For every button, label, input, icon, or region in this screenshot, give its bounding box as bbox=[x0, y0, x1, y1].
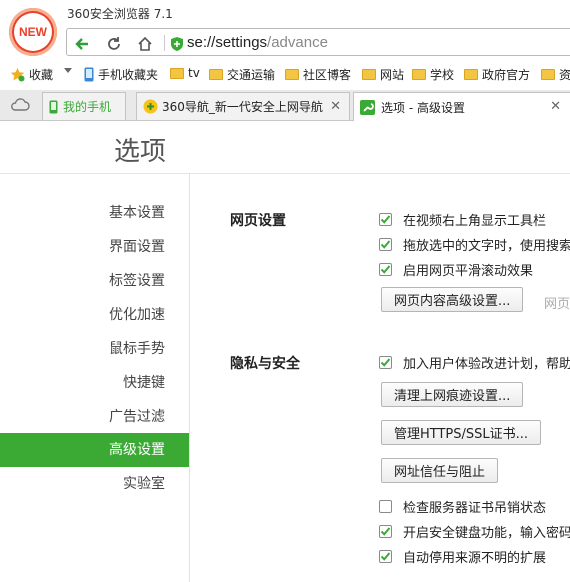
manage-certificates-button[interactable]: 管理HTTPS/SSL证书... bbox=[381, 420, 542, 445]
checkbox[interactable] bbox=[379, 550, 392, 563]
option-label: 自动停用来源不明的扩展 bbox=[403, 551, 547, 566]
bookmark-label: 政府官方 bbox=[482, 68, 531, 82]
bookmark-label: 网站 bbox=[380, 68, 405, 82]
tab-options-advanced[interactable]: 选项 - 高级设置 ✕ bbox=[353, 92, 570, 121]
sidebar-item-gestures[interactable]: 鼠标手势 bbox=[0, 332, 165, 366]
folder-icon bbox=[464, 69, 478, 80]
sidebar-item-tabs[interactable]: 标签设置 bbox=[0, 264, 165, 298]
checkbox[interactable] bbox=[379, 500, 392, 513]
phone-icon bbox=[84, 67, 94, 82]
clear-history-settings-button[interactable]: 清理上网痕迹设置... bbox=[381, 382, 524, 407]
option-label: 拖放选中的文字时，使用搜索 bbox=[403, 239, 570, 254]
phone-icon bbox=[49, 100, 58, 113]
bookmark-label: tv bbox=[188, 66, 200, 80]
folder-icon bbox=[209, 69, 223, 80]
bookmark-folder-transport[interactable]: 交通运输 bbox=[209, 66, 275, 83]
option-secure-keyboard[interactable]: 开启安全键盘功能，输入密码 bbox=[379, 522, 570, 541]
section-title-webpage: 网页设置 bbox=[230, 213, 286, 229]
checkbox[interactable] bbox=[379, 213, 392, 226]
star-icon bbox=[10, 68, 25, 82]
sidebar-item-shortcuts[interactable]: 快捷键 bbox=[0, 366, 165, 400]
bookmark-favorites[interactable]: 收藏 bbox=[10, 66, 53, 83]
url-trust-block-button[interactable]: 网址信任与阻止 bbox=[381, 458, 499, 483]
folder-icon bbox=[541, 69, 555, 80]
bookmarks-bar: 收藏 手机收藏夹 tv 交通运输 社区博客 网站 学校 政府官方 资 bbox=[0, 63, 570, 86]
bookmark-mobile[interactable]: 手机收藏夹 bbox=[84, 66, 158, 83]
checkbox[interactable] bbox=[379, 356, 392, 369]
option-video-toolbar[interactable]: 在视频右上角显示工具栏 bbox=[379, 210, 546, 229]
checkbox[interactable] bbox=[379, 525, 392, 538]
tab-label: 360导航_新一代安全上网导航 bbox=[162, 100, 323, 114]
360-nav-icon bbox=[143, 99, 158, 114]
settings-sidebar: 基本设置 界面设置 标签设置 优化加速 鼠标手势 快捷键 广告过滤 高级设置 实… bbox=[0, 174, 190, 582]
logo-text: NEW bbox=[19, 25, 47, 39]
navigation-bar: se://settings/advance bbox=[0, 25, 570, 61]
checkbox[interactable] bbox=[379, 238, 392, 251]
back-arrow-icon bbox=[75, 38, 88, 50]
wrench-icon bbox=[360, 99, 375, 115]
bookmark-folder-tv[interactable]: tv bbox=[170, 66, 200, 80]
close-icon[interactable]: ✕ bbox=[550, 99, 561, 114]
webpage-hint-text: 网页 bbox=[544, 297, 570, 312]
sidebar-item-advanced[interactable]: 高级设置 bbox=[0, 433, 189, 467]
option-disable-unknown-extensions[interactable]: 自动停用来源不明的扩展 bbox=[379, 547, 546, 566]
option-cert-revocation[interactable]: 检查服务器证书吊销状态 bbox=[379, 497, 546, 516]
folder-icon bbox=[362, 69, 376, 80]
bookmark-label: 学校 bbox=[430, 68, 455, 82]
option-ux-program[interactable]: 加入用户体验改进计划，帮助 bbox=[379, 353, 570, 372]
tab-label: 我的手机 bbox=[63, 100, 112, 114]
bookmark-label: 社区博客 bbox=[303, 68, 352, 82]
page-header: 选项 bbox=[0, 121, 570, 174]
tab-bar: 我的手机 360导航_新一代安全上网导航 ✕ 选项 - 高级设置 ✕ bbox=[0, 90, 570, 121]
tab-my-phone[interactable]: 我的手机 bbox=[42, 92, 126, 120]
option-drag-search[interactable]: 拖放选中的文字时，使用搜索 bbox=[379, 235, 570, 254]
sidebar-item-acceleration[interactable]: 优化加速 bbox=[0, 298, 165, 332]
caret-down-icon bbox=[64, 68, 72, 73]
url-host: se://settings bbox=[187, 34, 268, 51]
sidebar-item-adblock[interactable]: 广告过滤 bbox=[0, 400, 165, 434]
folder-icon bbox=[285, 69, 299, 80]
refresh-button[interactable] bbox=[103, 33, 125, 55]
page-title: 选项 bbox=[114, 137, 167, 167]
option-label: 启用网页平滑滚动效果 bbox=[403, 264, 534, 279]
tab-label: 选项 - 高级设置 bbox=[381, 100, 465, 115]
folder-icon bbox=[170, 67, 184, 79]
folder-icon bbox=[412, 69, 426, 80]
sidebar-item-lab[interactable]: 实验室 bbox=[0, 467, 165, 501]
favorites-dropdown[interactable] bbox=[64, 68, 72, 74]
option-label: 开启安全键盘功能，输入密码 bbox=[403, 526, 570, 541]
bookmark-folder-resources[interactable]: 资 bbox=[541, 66, 570, 83]
divider bbox=[164, 35, 165, 51]
cloud-icon[interactable] bbox=[10, 97, 30, 115]
bookmark-folder-blogs[interactable]: 社区博客 bbox=[285, 66, 351, 83]
option-label: 在视频右上角显示工具栏 bbox=[403, 214, 547, 229]
webpage-advanced-settings-button[interactable]: 网页内容高级设置... bbox=[381, 287, 524, 312]
bookmark-label: 交通运输 bbox=[227, 68, 276, 82]
checkbox[interactable] bbox=[379, 263, 392, 276]
back-button[interactable] bbox=[71, 33, 93, 55]
bookmark-label: 资 bbox=[559, 68, 570, 82]
option-label: 检查服务器证书吊销状态 bbox=[403, 501, 547, 516]
url-text[interactable]: se://settings/advance bbox=[187, 34, 328, 51]
bookmark-folder-websites[interactable]: 网站 bbox=[362, 66, 404, 83]
sidebar-item-basic[interactable]: 基本设置 bbox=[0, 196, 165, 230]
home-icon bbox=[138, 36, 152, 51]
app-title: 360安全浏览器 7.1 bbox=[67, 7, 173, 21]
security-shield-icon[interactable] bbox=[166, 33, 188, 55]
bookmark-label: 手机收藏夹 bbox=[98, 68, 159, 82]
refresh-icon bbox=[108, 37, 120, 50]
section-title-privacy: 隐私与安全 bbox=[230, 356, 300, 372]
bookmark-label: 收藏 bbox=[29, 68, 54, 82]
option-label: 加入用户体验改进计划，帮助 bbox=[403, 357, 570, 372]
bookmark-folder-government[interactable]: 政府官方 bbox=[464, 66, 530, 83]
bookmark-folder-schools[interactable]: 学校 bbox=[412, 66, 454, 83]
close-icon[interactable]: ✕ bbox=[330, 99, 341, 114]
home-button[interactable] bbox=[134, 33, 156, 55]
tab-360-nav[interactable]: 360导航_新一代安全上网导航 ✕ bbox=[136, 92, 350, 120]
sidebar-item-interface[interactable]: 界面设置 bbox=[0, 230, 165, 264]
url-path: /advance bbox=[267, 34, 328, 51]
address-bar[interactable]: se://settings/advance bbox=[66, 28, 570, 56]
browser-logo[interactable]: NEW bbox=[9, 8, 57, 56]
option-smooth-scroll[interactable]: 启用网页平滑滚动效果 bbox=[379, 260, 533, 279]
